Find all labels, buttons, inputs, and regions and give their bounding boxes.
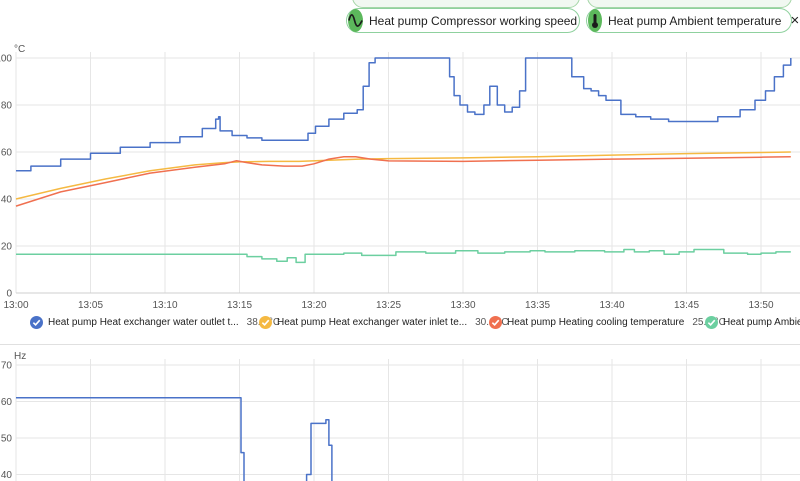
y-tick-label: 40 [1,195,13,206]
legend-label: Heat pump Heat exchanger water outlet t.… [48,317,239,328]
series-line [16,397,333,481]
x-tick-label: 13:50 [748,300,773,311]
legend: Heat pump Heat exchanger water outlet t.… [0,316,800,334]
chip-top-partial [587,0,792,8]
legend-label: Heat pump Ambien [723,317,800,328]
x-tick-label: 13:15 [227,300,252,311]
legend-label: Heat pump Heating cooling temperature [507,317,685,328]
checkmark-icon [705,316,718,329]
y-tick-label: 70 [1,361,13,372]
y-tick-label: 20 [1,242,13,253]
sine-wave-icon [348,9,363,32]
x-tick-label: 13:05 [78,300,103,311]
legend-item-heating-cooling[interactable]: Heat pump Heating cooling temperature 25… [489,316,726,329]
series-line [16,248,791,264]
y-tick-label: 80 [1,101,13,112]
chip-label: Heat pump Compressor working speed [369,13,578,28]
chip-compressor-speed[interactable]: Heat pump Compressor working speed × [346,8,595,33]
y-tick-label: 0 [6,289,12,300]
checkmark-icon [489,316,502,329]
legend-label: Heat pump Heat exchanger water inlet te.… [277,317,468,328]
compressor-speed-chart: Hz70605040 [1,351,800,481]
checkmark-icon [30,316,43,329]
x-tick-label: 13:35 [525,300,550,311]
x-tick-label: 13:10 [152,300,177,311]
x-tick-label: 13:30 [450,300,475,311]
y-tick-label: 100 [0,54,12,65]
x-tick-label: 13:00 [3,300,28,311]
y-tick-label: 50 [1,433,13,444]
chip-label: Heat pump Ambient temperature [608,13,782,28]
chip-top-partial [352,0,580,8]
x-tick-label: 13:20 [301,300,326,311]
x-tick-label: 13:25 [376,300,401,311]
thermometer-icon [588,9,602,32]
legend-item-outlet[interactable]: Heat pump Heat exchanger water outlet t.… [30,316,280,329]
entity-chip-bar: Heat pump Compressor working speed × Hea… [0,0,800,40]
checkmark-icon [259,316,272,329]
y-tick-label: 60 [1,397,13,408]
legend-item-inlet[interactable]: Heat pump Heat exchanger water inlet te.… [259,316,509,329]
legend-item-ambient[interactable]: Heat pump Ambien [705,316,800,329]
y-tick-label: 40 [1,470,13,481]
chip-ambient-temperature[interactable]: Heat pump Ambient temperature × [586,8,799,33]
x-tick-label: 13:45 [674,300,699,311]
close-icon[interactable]: × [790,13,799,28]
y-tick-label: 60 [1,148,13,159]
x-tick-label: 13:40 [599,300,624,311]
temperature-chart: °C10080604020013:0013:0513:1013:1513:201… [0,44,800,311]
